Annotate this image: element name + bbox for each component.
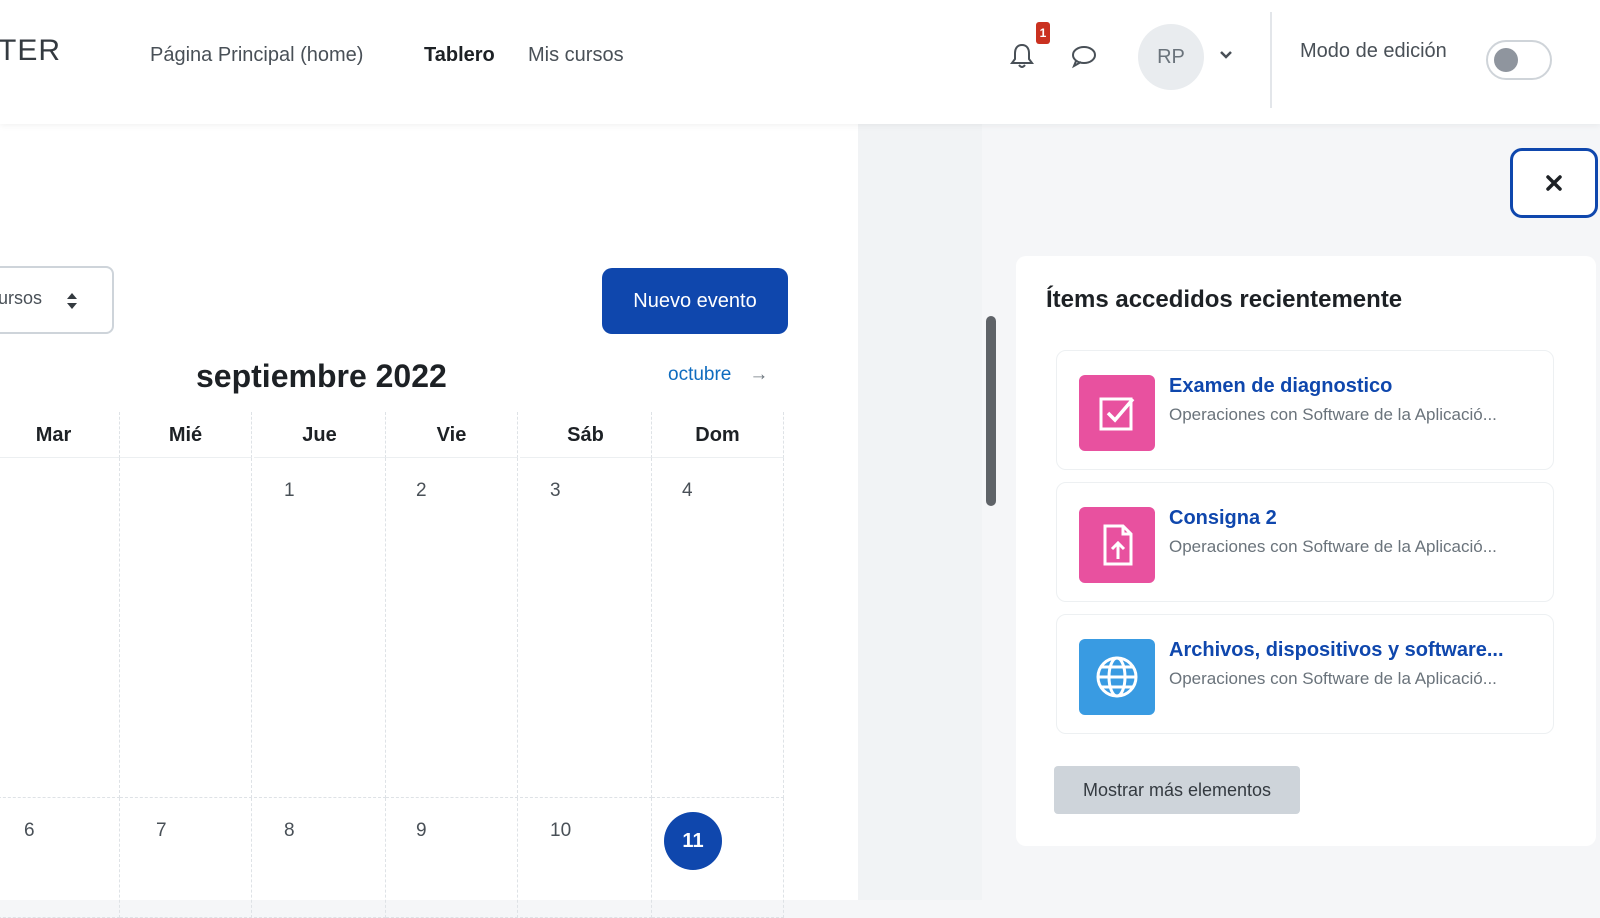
next-month-link[interactable]: octubre →: [668, 364, 768, 386]
close-icon: [1546, 175, 1562, 191]
messages-button[interactable]: [1066, 38, 1102, 74]
edit-mode-toggle-knob: [1494, 48, 1518, 72]
chat-bubble-icon: [1072, 46, 1096, 69]
nav-link-dashboard[interactable]: Tablero: [424, 44, 495, 67]
notifications-button[interactable]: [1004, 38, 1040, 74]
nav-link-my-courses[interactable]: Mis cursos: [528, 44, 624, 67]
sort-arrows-icon: [66, 292, 78, 315]
recent-item-title[interactable]: Archivos, dispositivos y software...: [1169, 639, 1504, 662]
calendar-day-cell[interactable]: [0, 458, 120, 798]
calendar-day-cell[interactable]: 2: [386, 458, 518, 798]
navbar-divider: [1270, 12, 1272, 108]
nav-link-home[interactable]: Página Principal (home): [150, 44, 363, 67]
recent-item-course: Operaciones con Software de la Aplicació…: [1169, 537, 1497, 556]
bell-icon: [1010, 43, 1034, 68]
weekday-header: Mié: [120, 412, 252, 458]
calendar-day-cell[interactable]: 6: [0, 798, 120, 918]
calendar-day-cell[interactable]: 3: [520, 458, 652, 798]
recent-items-title: Ítems accedidos recientemente: [1046, 286, 1403, 313]
course-filter-select[interactable]: ursos: [0, 266, 114, 334]
chevron-down-icon: [1220, 51, 1232, 59]
site-logo-text[interactable]: TER: [0, 34, 61, 68]
arrow-right-icon: →: [749, 364, 769, 385]
today-marker[interactable]: 11: [664, 812, 722, 870]
calendar-day-cell[interactable]: 8: [254, 798, 386, 918]
recent-item-title[interactable]: Examen de diagnostico: [1169, 375, 1392, 398]
url-globe-icon: [1079, 639, 1155, 715]
calendar-day-cell[interactable]: 9: [386, 798, 518, 918]
recent-item[interactable]: Consigna 2 Operaciones con Software de l…: [1056, 482, 1554, 602]
calendar-month-title: septiembre 2022: [196, 358, 447, 394]
calendar-day-cell[interactable]: 10: [520, 798, 652, 918]
assignment-icon: [1079, 507, 1155, 583]
notification-count-badge: 1: [1036, 22, 1050, 44]
weekday-header: Dom: [652, 412, 784, 458]
course-filter-value: ursos: [0, 288, 43, 308]
edit-mode-toggle[interactable]: [1486, 40, 1552, 80]
recent-item-course: Operaciones con Software de la Aplicació…: [1169, 669, 1497, 688]
recent-item-course: Operaciones con Software de la Aplicació…: [1169, 405, 1497, 424]
recent-item[interactable]: Examen de diagnostico Operaciones con So…: [1056, 350, 1554, 470]
user-avatar[interactable]: RP: [1138, 24, 1204, 90]
weekday-header: Sáb: [520, 412, 652, 458]
weekday-header: Jue: [254, 412, 386, 458]
close-drawer-button[interactable]: [1510, 148, 1598, 218]
calendar-panel: ursos Nuevo evento septiembre 2022 octub…: [0, 124, 858, 918]
user-menu-toggle[interactable]: [1218, 46, 1234, 67]
next-month-label: octubre: [668, 364, 732, 385]
quiz-icon: [1079, 375, 1155, 451]
weekday-header: Mar: [0, 412, 120, 458]
show-more-items-button[interactable]: Mostrar más elementos: [1054, 766, 1300, 814]
calendar-day-cell[interactable]: [120, 458, 252, 798]
edit-mode-label: Modo de edición: [1300, 40, 1447, 62]
weekday-header: Vie: [386, 412, 518, 458]
drawer-scrollbar[interactable]: [986, 316, 996, 506]
top-navbar: TER Página Principal (home) Tablero Mis …: [0, 0, 1600, 124]
drawer-backdrop: [858, 124, 982, 900]
recent-item-title[interactable]: Consigna 2: [1169, 507, 1277, 530]
recent-item[interactable]: Archivos, dispositivos y software... Ope…: [1056, 614, 1554, 734]
calendar-day-cell[interactable]: 4: [652, 458, 784, 798]
calendar-day-cell[interactable]: 1: [254, 458, 386, 798]
new-event-button[interactable]: Nuevo evento: [602, 268, 788, 334]
calendar-day-cell[interactable]: 7: [120, 798, 252, 918]
